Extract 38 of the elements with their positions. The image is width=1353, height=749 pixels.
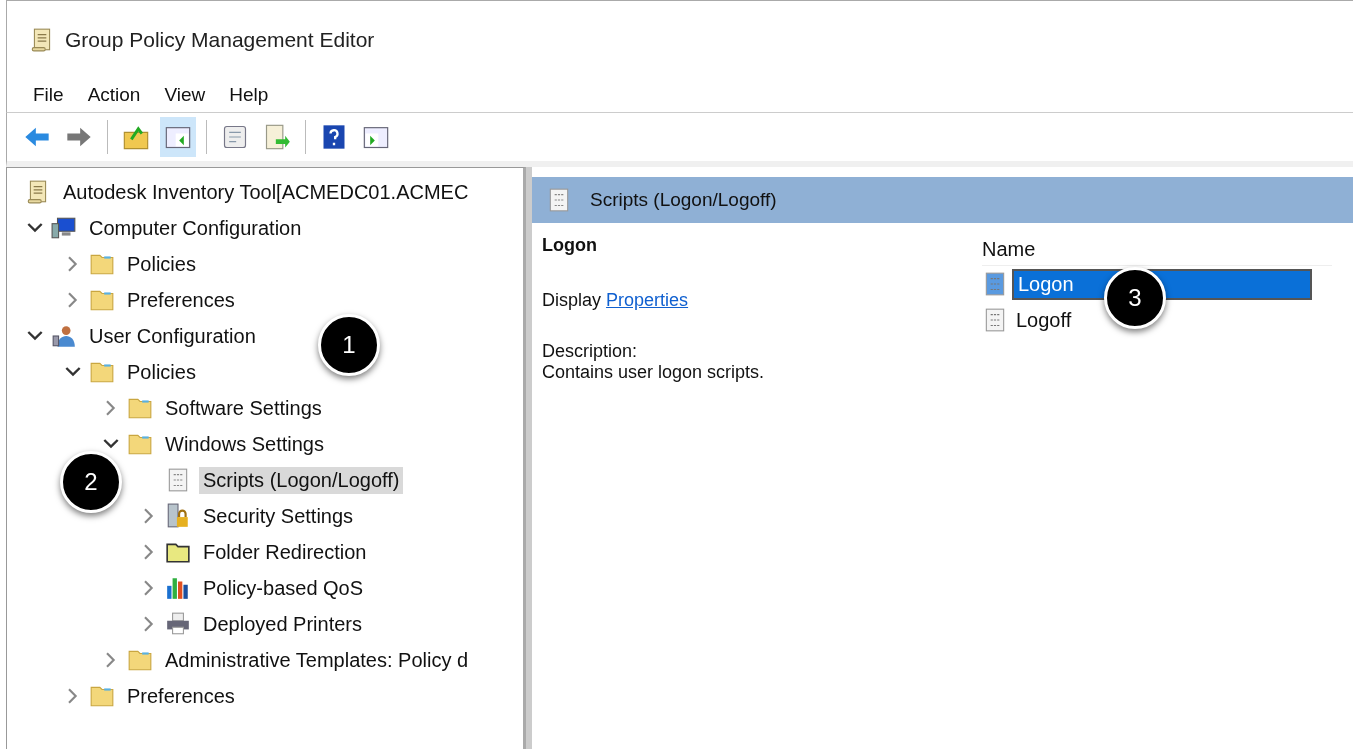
bar-chart-icon [165,575,191,601]
tree-item[interactable]: Policies [123,358,200,386]
display-label: Display [542,290,602,310]
tree-item[interactable]: Windows Settings [161,430,328,458]
tree-item[interactable]: Folder Redirection [199,538,371,566]
tree-item[interactable]: Preferences [123,682,239,710]
export-list-icon [263,123,291,151]
tree-item[interactable]: Preferences [123,286,239,314]
tree-item[interactable]: User Configuration [85,322,260,350]
menu-item[interactable]: File [21,84,76,106]
server-lock-icon [165,503,191,529]
step-callout-overlay: 3 [1104,267,1166,329]
tree-item[interactable]: Policy-based QoS [199,574,368,602]
step-callout-overlay: 2 [60,451,122,513]
tree-item[interactable]: Policies [123,250,200,278]
pane-title: Scripts (Logon/Logoff) [590,189,777,211]
tree-item[interactable]: Scripts (Logon/Logoff) [199,466,404,494]
printer-icon [165,611,191,637]
properties-link[interactable]: Properties [606,290,689,310]
tree-item[interactable]: Autodesk Inventory Tool[ACMEDC01.ACMEC [59,178,473,206]
computer-icon [51,215,77,241]
properties-icon [221,123,249,151]
column-header[interactable]: Name [982,233,1332,266]
menu-item[interactable]: Action [75,84,153,106]
description-text: Contains user logon scripts. [542,362,766,383]
window-title: Group Policy Management Editor [65,27,375,52]
tree-item[interactable]: Security Settings [199,502,358,530]
tree-item[interactable]: Administrative Templates: Policy d [161,646,473,674]
item-heading: Logon [542,235,598,256]
description-label: Description: [542,341,639,362]
toolbar-button[interactable] [160,117,196,157]
step-callout-overlay: 1 [318,314,380,376]
menu-item[interactable]: Help [217,84,281,106]
menu-item[interactable]: View [152,84,218,106]
tree-item[interactable]: Computer Configuration [85,214,306,242]
tree-item[interactable]: Software Settings [161,394,326,422]
user-icon [51,323,77,349]
tree-item[interactable]: Deployed Printers [199,610,366,638]
